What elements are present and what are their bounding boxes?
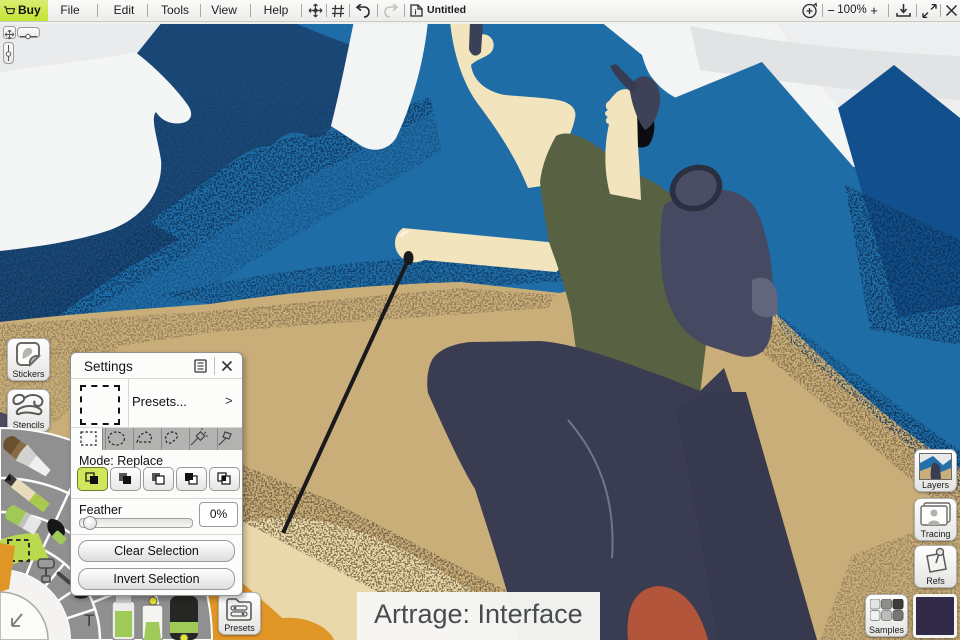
svg-text:i: i	[415, 8, 417, 17]
svg-text:T: T	[84, 611, 94, 630]
